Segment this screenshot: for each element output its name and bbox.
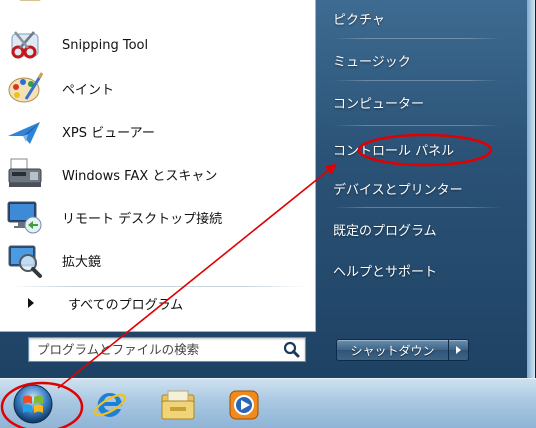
menu-item-label: コントロール パネル	[333, 143, 455, 159]
taskbar	[0, 378, 536, 428]
expand-arrow-icon	[28, 298, 34, 308]
file-explorer-icon	[160, 389, 196, 421]
taskbar-button-media-player[interactable]	[222, 379, 268, 428]
menu-item-label: ミュージック	[333, 54, 411, 70]
menu-item-computer[interactable]: コンピューター	[333, 87, 523, 117]
program-label: 拡大鏡	[62, 254, 102, 270]
all-programs-label: すべてのプログラム	[68, 297, 184, 313]
menu-item-control-panel[interactable]: コントロール パネル	[333, 134, 523, 164]
menu-item-label: デバイスとプリンター	[333, 182, 463, 198]
scissors-icon	[6, 26, 44, 64]
menu-item-label: コンピューター	[333, 96, 425, 112]
menu-item-help-support[interactable]: ヘルプとサポート	[333, 255, 523, 285]
search-box[interactable]	[28, 337, 306, 362]
program-item-magnifier[interactable]: 拡大鏡	[6, 241, 306, 279]
program-label: XPS ビューアー	[62, 125, 155, 141]
windows-start-orb-icon	[12, 383, 54, 425]
program-item-windows-fax[interactable]: Windows FAX とスキャン	[6, 155, 306, 193]
program-list-separator	[10, 286, 306, 287]
menu-item-devices-printers[interactable]: デバイスとプリンター	[333, 173, 523, 203]
menu-item-label: ヘルプとサポート	[333, 264, 438, 280]
program-item-remote-desktop[interactable]: リモート デスクトップ接続	[6, 198, 306, 236]
start-menu: Snipping Tool ペイント XPS ビューアー Windows FAX…	[0, 0, 536, 378]
program-label: ペイント	[62, 82, 115, 98]
program-item-xps-viewer[interactable]: XPS ビューアー	[6, 112, 306, 150]
shutdown-options-arrow[interactable]	[449, 339, 469, 361]
taskbar-button-explorer[interactable]	[156, 379, 202, 428]
fax-scanner-icon	[6, 155, 44, 193]
start-button[interactable]	[10, 379, 56, 428]
program-item-paint[interactable]: ペイント	[6, 69, 306, 107]
menu-item-label: ピクチャ	[333, 12, 385, 28]
program-label: Snipping Tool	[62, 37, 149, 53]
search-icon[interactable]	[281, 339, 303, 361]
internet-explorer-icon	[92, 387, 128, 423]
menu-item-label: 既定のプログラム	[333, 223, 437, 239]
menu-separator	[333, 125, 501, 126]
start-menu-program-list: Snipping Tool ペイント XPS ビューアー Windows FAX…	[0, 0, 316, 332]
program-label: Windows FAX とスキャン	[62, 168, 218, 184]
remote-desktop-icon	[6, 198, 44, 236]
menu-item-default-programs[interactable]: 既定のプログラム	[333, 214, 523, 244]
program-label: リモート デスクトップ接続	[62, 211, 223, 227]
menu-separator	[333, 38, 501, 39]
menu-separator	[333, 80, 501, 81]
xps-viewer-icon	[6, 112, 44, 150]
taskbar-button-ie[interactable]	[88, 379, 134, 428]
all-programs-button[interactable]: すべてのプログラム	[18, 290, 308, 316]
menu-item-music[interactable]: ミュージック	[333, 45, 523, 75]
paint-palette-icon	[6, 69, 44, 107]
menu-separator	[333, 207, 501, 208]
menu-item-pictures[interactable]: ピクチャ	[333, 3, 523, 33]
partial-program-icon	[16, 0, 44, 6]
shutdown-label: シャットダウン	[350, 343, 435, 358]
media-player-icon	[228, 389, 260, 421]
search-input[interactable]	[29, 338, 281, 361]
magnifier-icon	[6, 241, 44, 279]
program-item-snipping-tool[interactable]: Snipping Tool	[6, 26, 306, 64]
shutdown-button[interactable]: シャットダウン	[336, 339, 449, 361]
